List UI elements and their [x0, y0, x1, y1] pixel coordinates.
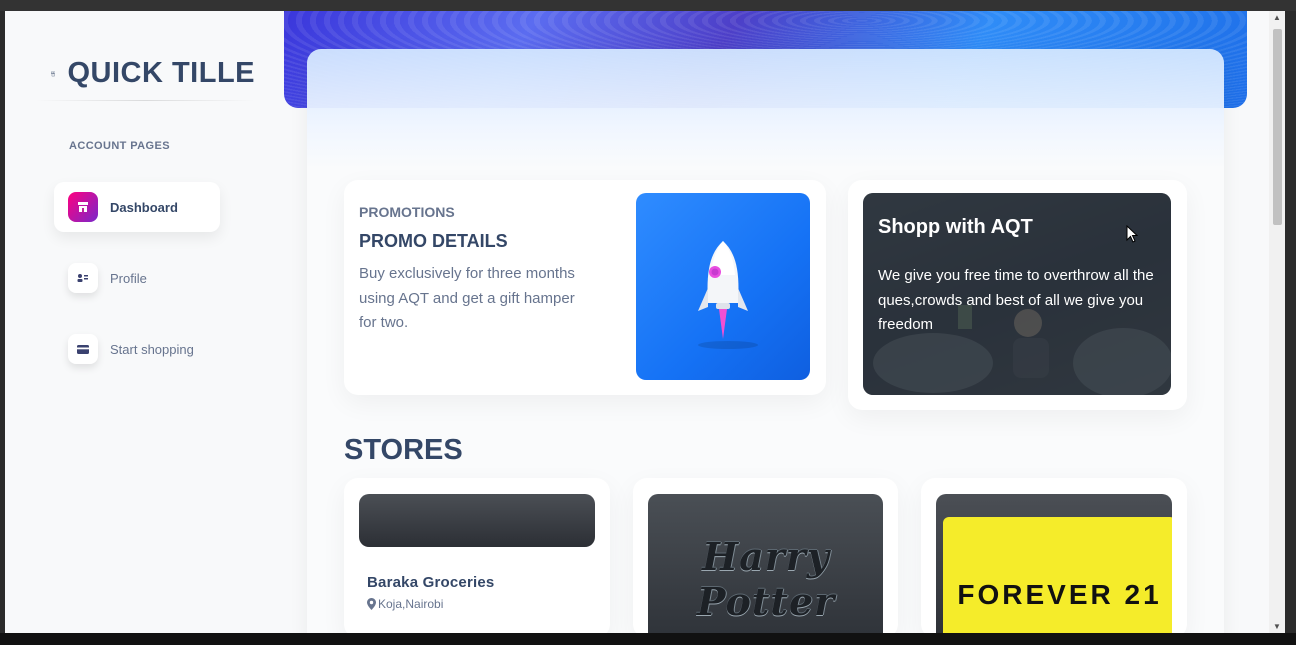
store-name: Baraka Groceries — [367, 574, 495, 591]
browser-top-bar — [0, 0, 1296, 11]
store-image: Harry Potter — [648, 494, 883, 633]
sidebar-item-label: Profile — [110, 270, 147, 286]
sidebar-item-profile[interactable]: Profile — [54, 253, 220, 303]
sidebar-section-title: ACCOUNT PAGES — [69, 140, 170, 152]
user-card-icon — [68, 263, 98, 293]
sidebar-item-label: Dashboard — [110, 199, 178, 215]
sidebar-divider — [35, 100, 255, 101]
page-viewport: QUICK TILLE ACCOUNT PAGES Dashboard Prof… — [5, 11, 1269, 633]
forever21-logo-box: FOREVER 21 — [943, 517, 1172, 633]
promo-kicker: PROMOTIONS — [359, 204, 455, 220]
sidebar-item-label: Start shopping — [110, 341, 194, 357]
sidebar-item-dashboard[interactable]: Dashboard — [54, 182, 220, 232]
store-location-text: Koja,Nairobi — [378, 597, 444, 611]
store-card-forever21[interactable]: FOREVER 21 — [921, 478, 1187, 633]
promo-image — [636, 193, 810, 380]
store-card-baraka[interactable]: Baraka Groceries Koja,Nairobi — [344, 478, 610, 633]
store-location: Koja,Nairobi — [367, 597, 443, 611]
promo-title: PROMO DETAILS — [359, 231, 508, 251]
browser-bottom-bar — [0, 633, 1296, 645]
forever21-logo: FOREVER 21 — [957, 579, 1162, 610]
store-image — [359, 494, 595, 547]
scroll-up-icon[interactable]: ▲ — [1272, 13, 1282, 22]
scroll-down-icon[interactable]: ▼ — [1272, 622, 1282, 631]
rocket-icon — [698, 241, 758, 349]
promo-description: Buy exclusively for three months using A… — [359, 265, 575, 331]
store-card-harry-potter[interactable]: Harry Potter — [633, 478, 898, 633]
vertical-scrollbar[interactable]: ▲ ▼ — [1269, 11, 1285, 633]
shopp-description: We give you free time to overthrow all t… — [878, 267, 1154, 333]
brand-name: QUICK TILLE — [67, 57, 255, 89]
shopp-banner: Shopp with AQT We give you free time to … — [863, 193, 1171, 395]
scroll-thumb[interactable] — [1273, 29, 1282, 225]
mouse-cursor-icon — [1126, 225, 1138, 243]
shop-logo-icon — [51, 71, 56, 76]
brand-logo[interactable]: QUICK TILLE — [51, 57, 255, 90]
sidebar-item-start-shopping[interactable]: Start shopping — [54, 324, 220, 374]
store-image: FOREVER 21 — [936, 494, 1172, 633]
harry-potter-logo: Harry Potter — [696, 534, 836, 624]
shopp-title: Shopp with AQT — [878, 216, 1033, 238]
promo-card: PROMOTIONS PROMO DETAILS Buy exclusively… — [344, 180, 826, 395]
stores-title: STORES — [344, 434, 463, 466]
credit-card-icon — [68, 334, 98, 364]
shop-icon — [68, 192, 98, 222]
location-pin-icon — [367, 598, 376, 610]
shopp-card: Shopp with AQT We give you free time to … — [848, 180, 1187, 410]
